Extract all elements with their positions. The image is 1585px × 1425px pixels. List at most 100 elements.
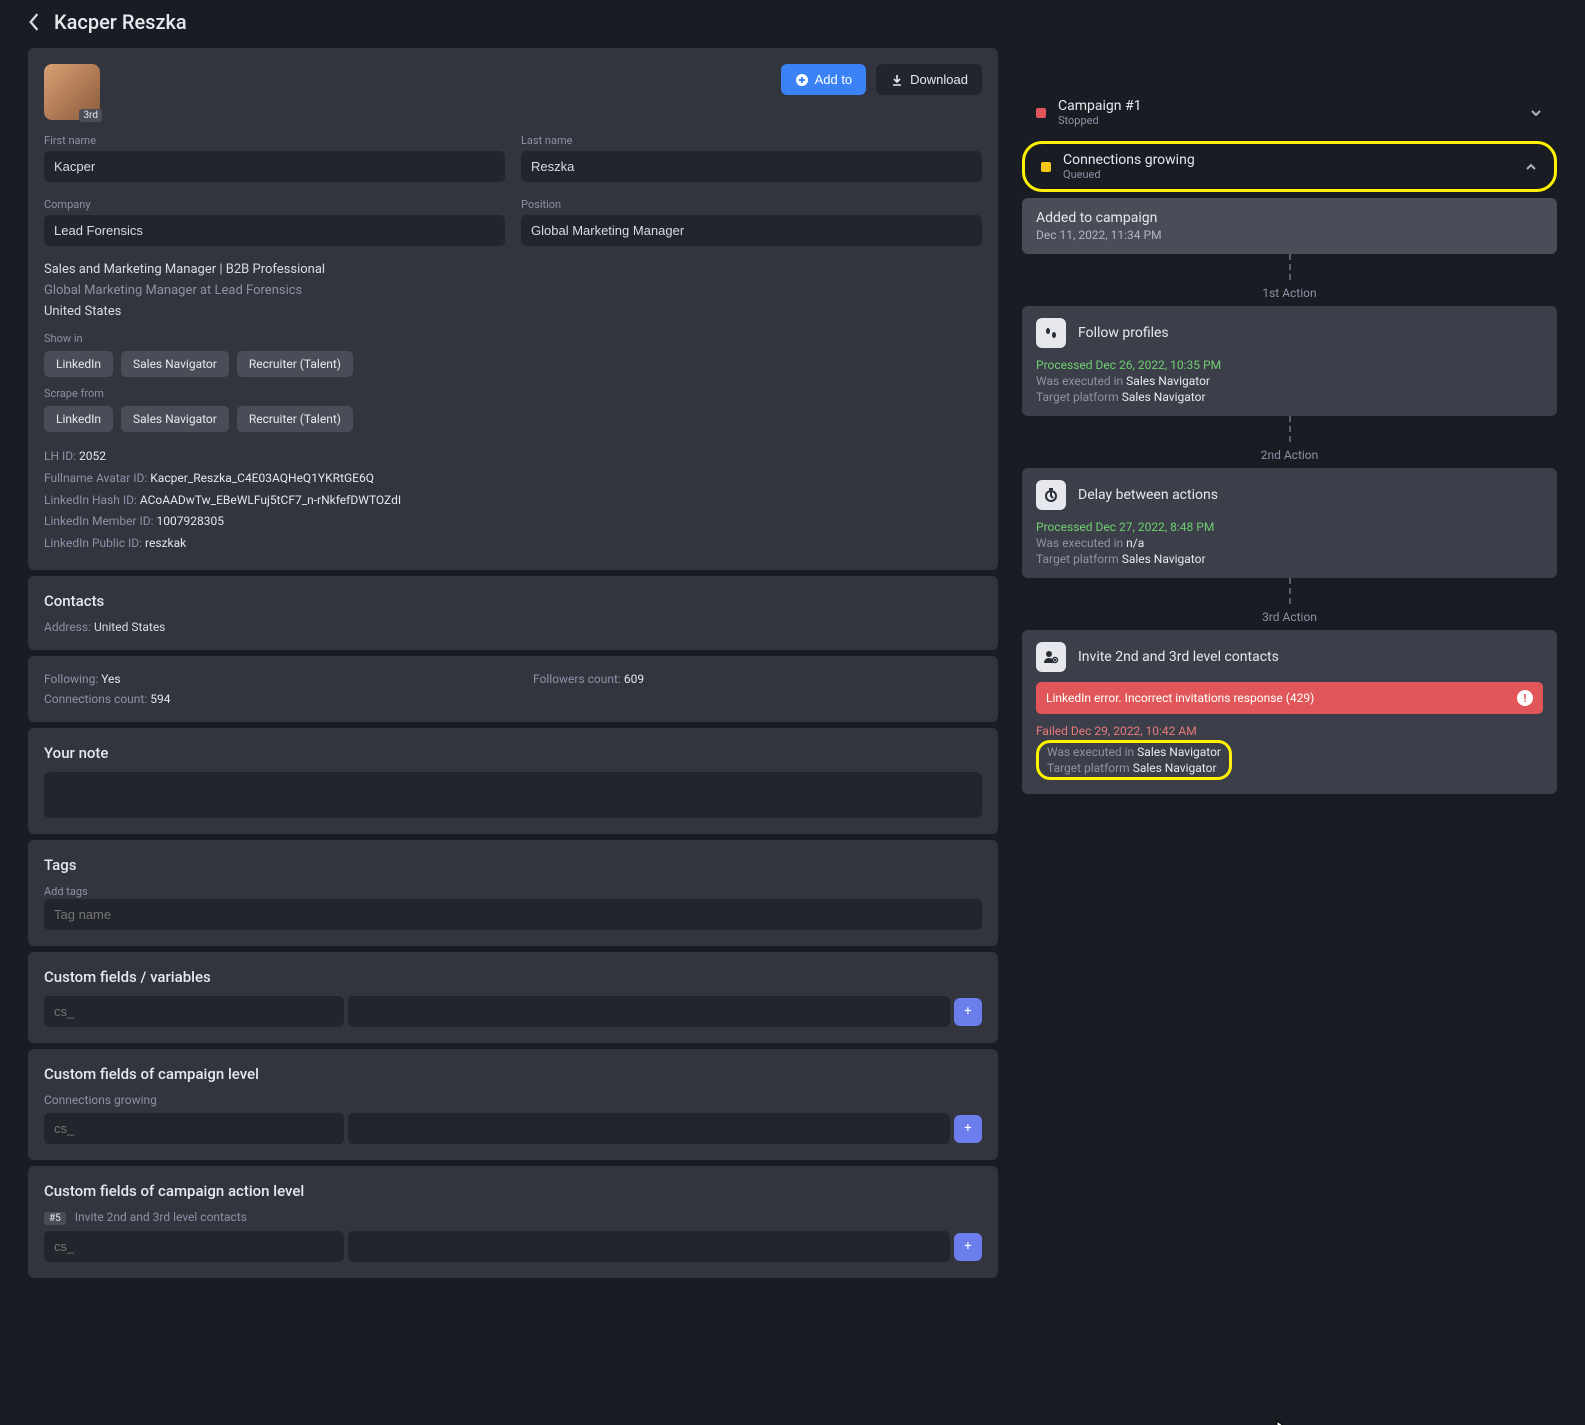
action-3-exec: Sales Navigator — [1137, 745, 1221, 759]
tags-heading: Tags — [44, 856, 982, 874]
hash-id: ACoAADwTw_EBeWLFuj5tCF7_n-rNkfefDWTOZdI — [140, 493, 401, 507]
cf-campaign-heading: Custom fields of campaign level — [44, 1065, 982, 1083]
chevron-down-icon[interactable] — [1529, 106, 1543, 120]
download-button[interactable]: Download — [876, 64, 982, 95]
action-2-target: Sales Navigator — [1122, 552, 1206, 566]
campaign-1-title: Campaign #1 — [1058, 98, 1141, 114]
cf-action-panel: Custom fields of campaign action level #… — [28, 1166, 998, 1278]
location: United States — [44, 302, 982, 323]
cf-campaign-name: Connections growing — [44, 1093, 982, 1107]
added-to-campaign-card: Added to campaign Dec 11, 2022, 11:34 PM — [1022, 198, 1557, 254]
cf-add-button[interactable]: + — [954, 998, 982, 1026]
campaign-1-item[interactable]: Campaign #1 Stopped — [1022, 88, 1557, 137]
add-to-button[interactable]: Add to — [781, 64, 867, 95]
subheadline: Global Marketing Manager at Lead Forensi… — [44, 281, 982, 302]
action-number-badge: #5 — [44, 1212, 66, 1225]
avatar-id: Kacper_Reszka_C4E03AQHeQ1YKRtGE6Q — [150, 471, 374, 485]
action-2-exec: n/a — [1126, 536, 1144, 550]
avatar-degree-badge: 3rd — [79, 109, 102, 122]
cf-heading: Custom fields / variables — [44, 968, 982, 986]
cf-campaign-panel: Custom fields of campaign level Connecti… — [28, 1049, 998, 1160]
connections-count: 594 — [150, 692, 170, 706]
first-name-label: First name — [44, 134, 505, 147]
error-icon: ! — [1517, 690, 1533, 706]
contacts-heading: Contacts — [44, 592, 982, 610]
action-1-title: Follow profiles — [1078, 325, 1169, 341]
status-dot-queued — [1041, 162, 1051, 172]
cf-action-key-input[interactable] — [44, 1231, 344, 1262]
tags-panel: Tags Add tags — [28, 840, 998, 946]
cf-camp-value-input[interactable] — [348, 1113, 950, 1144]
cf-value-input[interactable] — [348, 996, 950, 1027]
action-2-card: Delay between actions Processed Dec 27, … — [1022, 468, 1557, 578]
campaign-1-status: Stopped — [1058, 114, 1141, 127]
contacts-panel: Contacts Address: United States — [28, 576, 998, 650]
action-1-card: Follow profiles Processed Dec 26, 2022, … — [1022, 306, 1557, 416]
cf-key-input[interactable] — [44, 996, 344, 1027]
action-2-label: 2nd Action — [1022, 448, 1557, 462]
action-1-label: 1st Action — [1022, 286, 1557, 300]
company-label: Company — [44, 198, 505, 211]
action-3-label: 3rd Action — [1022, 610, 1557, 624]
cf-camp-key-input[interactable] — [44, 1113, 344, 1144]
page-title: Kacper Reszka — [54, 10, 187, 34]
campaign-2-item[interactable]: Connections growing Queued — [1035, 148, 1544, 185]
status-dot-stopped — [1036, 108, 1046, 118]
followers-count: 609 — [624, 672, 644, 686]
company-input[interactable] — [44, 215, 505, 246]
cf-action-name: Invite 2nd and 3rd level contacts — [75, 1210, 247, 1224]
scrape-from-salesnav[interactable]: Sales Navigator — [121, 406, 229, 432]
note-input[interactable] — [44, 772, 982, 818]
cf-action-value-input[interactable] — [348, 1231, 950, 1262]
scrape-from-recruiter[interactable]: Recruiter (Talent) — [237, 406, 353, 432]
custom-fields-panel: Custom fields / variables + — [28, 952, 998, 1043]
headline: Sales and Marketing Manager | B2B Profes… — [44, 260, 982, 281]
back-icon[interactable] — [28, 13, 40, 31]
action-3-target: Sales Navigator — [1133, 761, 1217, 775]
show-in-linkedin[interactable]: LinkedIn — [44, 351, 113, 377]
action-3-card: Invite 2nd and 3rd level contacts Linked… — [1022, 630, 1557, 794]
public-id: reszkak — [145, 536, 186, 550]
member-id: 1007928305 — [157, 514, 224, 528]
lh-id: 2052 — [79, 449, 106, 463]
action-2-processed: Processed Dec 27, 2022, 8:48 PM — [1036, 520, 1543, 534]
show-in-salesnav[interactable]: Sales Navigator — [121, 351, 229, 377]
cf-action-add-button[interactable]: + — [954, 1233, 982, 1261]
invite-icon — [1036, 642, 1066, 672]
contact-address: United States — [94, 620, 165, 634]
note-panel: Your note — [28, 728, 998, 834]
action-1-exec: Sales Navigator — [1126, 374, 1210, 388]
action-1-processed: Processed Dec 26, 2022, 10:35 PM — [1036, 358, 1543, 372]
cf-action-heading: Custom fields of campaign action level — [44, 1182, 982, 1200]
campaign-2-status: Queued — [1063, 168, 1195, 181]
social-panel: Following: Yes Followers count: 609 Conn… — [28, 656, 998, 722]
first-name-input[interactable] — [44, 151, 505, 182]
added-title: Added to campaign — [1036, 210, 1543, 226]
error-message-box: LinkedIn error. Incorrect invitations re… — [1036, 682, 1543, 714]
cursor-icon — [1276, 1420, 1292, 1425]
chevron-up-icon[interactable] — [1524, 160, 1538, 174]
position-label: Position — [521, 198, 982, 211]
following-value: Yes — [101, 672, 120, 686]
scrape-from-linkedin[interactable]: LinkedIn — [44, 406, 113, 432]
cf-camp-add-button[interactable]: + — [954, 1115, 982, 1143]
avatar: 3rd — [44, 64, 100, 120]
last-name-input[interactable] — [521, 151, 982, 182]
show-in-recruiter[interactable]: Recruiter (Talent) — [237, 351, 353, 377]
action-3-failed: Failed Dec 29, 2022, 10:42 AM — [1036, 724, 1543, 738]
scrape-from-label: Scrape from — [44, 387, 982, 400]
position-input[interactable] — [521, 215, 982, 246]
added-date: Dec 11, 2022, 11:34 PM — [1036, 228, 1543, 242]
add-tags-label: Add tags — [44, 885, 88, 898]
action-3-title: Invite 2nd and 3rd level contacts — [1078, 649, 1279, 665]
show-in-label: Show in — [44, 332, 982, 345]
profile-panel: 3rd Add to Download First name — [28, 48, 998, 570]
campaign-2-title: Connections growing — [1063, 152, 1195, 168]
stopwatch-icon — [1036, 480, 1066, 510]
last-name-label: Last name — [521, 134, 982, 147]
tag-input[interactable] — [44, 899, 982, 930]
action-2-title: Delay between actions — [1078, 487, 1218, 503]
action-1-target: Sales Navigator — [1122, 390, 1206, 404]
footsteps-icon — [1036, 318, 1066, 348]
note-heading: Your note — [44, 744, 982, 762]
